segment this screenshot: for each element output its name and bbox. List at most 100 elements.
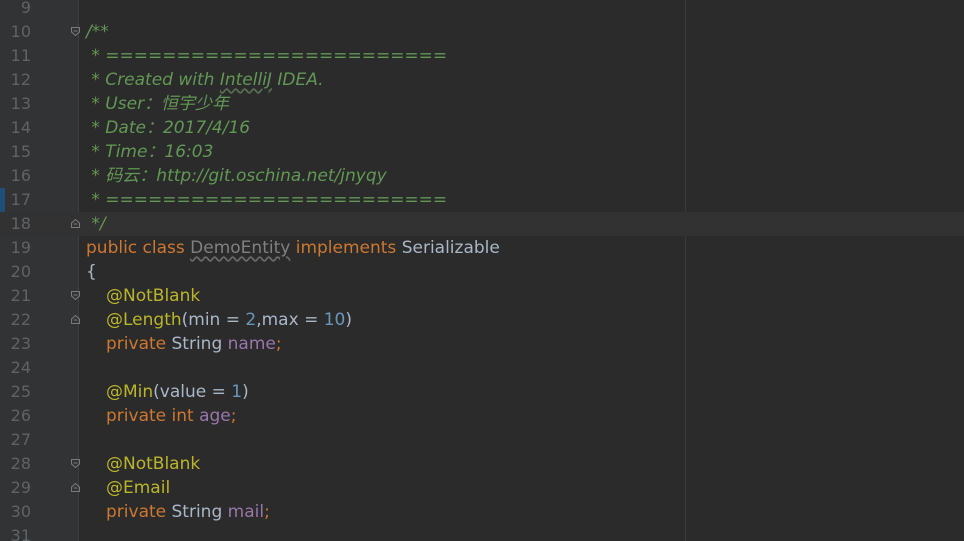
code-line[interactable]: 24 [0,356,964,380]
comment-text: * Date：2017/4/16 [86,118,251,138]
type-name: String [171,502,228,522]
fold-collapse-icon[interactable] [71,459,80,468]
doc-comment-close: */ [86,214,106,234]
code-line[interactable]: 28 @NotBlank [0,452,964,476]
fold-collapse-icon[interactable] [71,291,80,300]
class-name[interactable]: DemoEntity [190,238,290,258]
field-declaration: private String mail; [106,500,270,524]
line-number: 15 [10,142,31,161]
keyword: private int [106,406,200,426]
code-line[interactable]: 22 @Length(min = 2,max = 10) [0,308,964,332]
code-line[interactable]: 29 @Email [0,476,964,500]
line-number: 26 [10,406,31,425]
line-number: 14 [10,118,31,137]
semicolon: ; [275,334,282,354]
code-line[interactable]: 31 [0,524,964,541]
code-text: (value = [153,382,232,402]
line-number: 27 [10,430,31,449]
field-name[interactable]: mail [228,502,264,522]
code-text: ) [242,382,249,402]
line-number: 19 [10,238,31,257]
doc-comment-open: /** [86,22,109,42]
line-number: 31 [10,526,31,541]
annotation: @NotBlank [106,454,201,474]
keyword: public class [86,238,191,258]
comment-text: * Created with IntelliJ IDEA. [86,68,324,92]
line-number: 20 [10,262,31,281]
interface-name[interactable]: Serializable [402,238,500,258]
code-line[interactable]: 20 { [0,260,964,284]
code-line[interactable]: 27 [0,428,964,452]
comment-text: * ======================== [86,190,448,210]
code-line[interactable]: 19 public class DemoEntity implements Se… [0,236,964,260]
line-number: 21 [10,286,31,305]
semicolon: ; [230,406,237,426]
number-literal: 2 [245,310,257,330]
open-brace: { [86,262,97,282]
code-line[interactable]: 21 @NotBlank [0,284,964,308]
line-number: 28 [10,454,31,473]
code-line[interactable]: 14 * Date：2017/4/16 [0,116,964,140]
line-number: 18 [10,214,31,233]
fold-collapse-icon[interactable] [71,27,80,36]
line-number: 9 [20,0,31,17]
line-number: 23 [10,334,31,353]
current-code-line[interactable]: 18 */ [0,212,964,236]
annotation: @NotBlank [106,286,201,306]
typo-squiggle: IntelliJ [219,70,272,90]
annotation: @Email [106,478,171,498]
code-line[interactable]: 23 private String name; [0,332,964,356]
comment-text: * 码云：http://git.oschina.net/jnyqy [86,166,387,186]
code-line[interactable]: 30 private String mail; [0,500,964,524]
line-number: 30 [10,502,31,521]
code-line[interactable]: 12 * Created with IntelliJ IDEA. [0,68,964,92]
class-declaration: public class DemoEntity implements Seria… [86,236,500,260]
number-literal: 1 [231,382,243,402]
annotation-with-args: @Length(min = 2,max = 10) [106,308,352,332]
fold-end-icon[interactable] [71,219,80,228]
keyword: private [106,334,172,354]
code-line[interactable]: 15 * Time：16:03 [0,140,964,164]
comment-text: * User：恒宇少年 [86,94,230,114]
code-line[interactable]: 16 * 码云：http://git.oschina.net/jnyqy [0,164,964,188]
fold-end-icon[interactable] [71,315,80,324]
comment-text: * ======================== [86,46,448,66]
code-line[interactable]: 17 * ======================== [0,188,964,212]
field-declaration: private int age; [106,404,236,428]
line-number: 17 [10,190,31,209]
code-text: ) [345,310,352,330]
annotation: @Length [106,310,182,330]
comment-segment: IDEA. [271,70,324,90]
code-text: ,max = [256,310,324,330]
code-text: (min = [181,310,246,330]
fold-end-icon[interactable] [71,483,80,492]
line-number: 25 [10,382,31,401]
keyword: implements [290,238,402,258]
code-line[interactable]: 25 @Min(value = 1) [0,380,964,404]
line-number: 22 [10,310,31,329]
line-number: 29 [10,478,31,497]
code-line[interactable]: 26 private int age; [0,404,964,428]
field-name[interactable]: age [199,406,231,426]
field-name[interactable]: name [228,334,276,354]
keyword: private [106,502,172,522]
code-line[interactable]: 9 [0,0,964,20]
field-declaration: private String name; [106,332,282,356]
code-line[interactable]: 13 * User：恒宇少年 [0,92,964,116]
line-number: 10 [10,22,31,41]
line-number: 13 [10,94,31,113]
line-number: 12 [10,70,31,89]
comment-segment: * Created with [86,70,220,90]
code-line[interactable]: 10 /** [0,20,964,44]
semicolon: ; [264,502,270,522]
annotation: @Min [106,382,154,402]
code-editor[interactable]: 9 10 /** 11 * ======================== 1… [0,0,964,541]
line-number: 11 [10,46,31,65]
type-name: String [171,334,228,354]
annotation-with-args: @Min(value = 1) [106,380,249,404]
line-number: 24 [10,358,31,377]
line-number: 16 [10,166,31,185]
code-line[interactable]: 11 * ======================== [0,44,964,68]
comment-text: * Time：16:03 [86,142,214,162]
number-literal: 10 [323,310,346,330]
